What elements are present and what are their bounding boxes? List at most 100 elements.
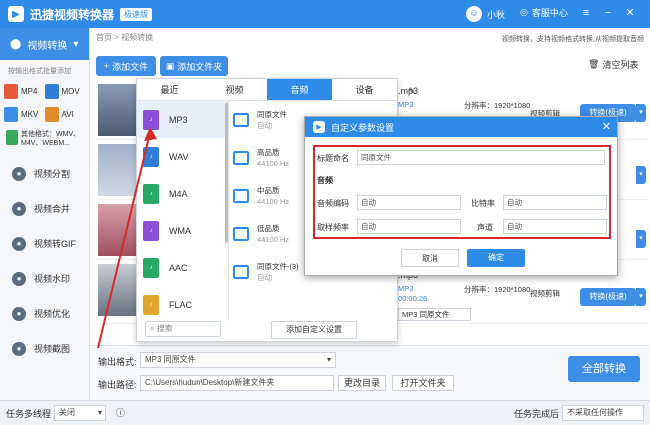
format-file-icon xyxy=(4,84,18,99)
plus-icon: + xyxy=(103,61,110,71)
minimize-icon[interactable]: − xyxy=(600,4,616,22)
headset-icon: ◎ xyxy=(520,7,528,17)
format-item-m4a[interactable]: ♪ M4A xyxy=(137,175,228,212)
chevron-down-icon[interactable]: ▾ xyxy=(636,166,646,184)
open-folder-button[interactable]: 打开文件夹 xyxy=(392,375,454,391)
chevron-down-icon[interactable]: ▾ xyxy=(636,288,646,306)
close-icon[interactable]: ✕ xyxy=(602,120,611,133)
dialog-title: 自定义参数设置 xyxy=(331,122,395,133)
other-formats-label: 其他格式：WMV、M4V、WEBM... xyxy=(21,131,81,147)
channel-select[interactable]: 自动 xyxy=(503,219,607,234)
row-format-select[interactable]: MP3 同原文件 xyxy=(398,308,471,321)
format-label: MP4 xyxy=(21,87,38,96)
search-icon: ⌕ xyxy=(150,324,155,333)
quality-sub: 44100 Hz xyxy=(257,197,290,206)
tab-0[interactable]: 最近 xyxy=(137,79,202,100)
quality-sub: 自动 xyxy=(257,121,272,130)
convert-all-button[interactable]: 全部转换 xyxy=(568,356,640,382)
sidebar-item-1[interactable]: ● 视频合并 xyxy=(0,191,89,226)
convert-button[interactable]: 转换(极速) xyxy=(580,288,636,306)
format-file-icon xyxy=(44,84,59,99)
name-label: 标题命名 xyxy=(317,154,349,163)
samplerate-select[interactable]: 自动 xyxy=(357,219,461,234)
format-item-aac[interactable]: ♪ AAC xyxy=(137,249,228,286)
output-format-label: 输出格式: xyxy=(98,357,137,367)
sidebar-format-mp4[interactable]: MP4 xyxy=(4,84,45,99)
sidebar-item-label: 视频优化 xyxy=(34,309,71,319)
search-placeholder: 搜索 xyxy=(156,324,173,333)
format-item-label: MP3 xyxy=(169,114,188,125)
video-edit-link[interactable]: 视频剪辑 xyxy=(530,288,560,299)
file-resolution: 分辨率：1920*1080 xyxy=(464,285,531,294)
sidebar-item-5[interactable]: ● 视频截图 xyxy=(0,331,89,366)
sidebar-other-formats[interactable]: 其他格式：WMV、M4V、WEBM... xyxy=(0,122,89,156)
tab-3[interactable]: 设备 xyxy=(332,79,397,100)
title-name-input[interactable]: 同原文件 xyxy=(357,150,605,165)
codec-label: 音频编码 xyxy=(317,199,349,208)
breadcrumb: 首页 > 视频转换 xyxy=(96,33,154,42)
video-thumbnail xyxy=(98,84,136,136)
cancel-button[interactable]: 取消 xyxy=(401,249,459,267)
format-label: MKV xyxy=(21,110,39,119)
multi-thread-select[interactable]: 关闭 ▾ xyxy=(54,405,106,421)
dialog-header: ▶ 自定义参数设置 ✕ xyxy=(305,117,617,137)
close-icon[interactable]: ✕ xyxy=(622,4,638,22)
tab-2[interactable]: 音频 xyxy=(267,79,332,100)
codec-value: 自动 xyxy=(361,198,376,207)
edit-name-icon[interactable]: ✎ xyxy=(408,86,416,97)
format-file-icon xyxy=(4,107,18,122)
sidebar-item-4[interactable]: ● 视频优化 xyxy=(0,296,89,331)
audio-file-icon: ♪ xyxy=(143,257,159,278)
clear-label: 清空列表 xyxy=(602,60,639,70)
popup-scrollbar[interactable] xyxy=(225,103,228,243)
info-icon[interactable]: ⓘ xyxy=(116,406,125,419)
bitrate-select[interactable]: 自动 xyxy=(503,195,607,210)
audio-quality-icon xyxy=(233,227,249,241)
output-path-label: 输出路径: xyxy=(98,380,137,390)
after-task-select[interactable]: 不采取任何操作 xyxy=(562,405,644,421)
tab-1[interactable]: 视频 xyxy=(202,79,267,100)
sidebar-format-mov[interactable]: MOV xyxy=(44,84,86,99)
screenshot-icon: ● xyxy=(12,341,26,356)
format-item-label: WMA xyxy=(169,225,191,236)
sidebar-item-video-convert[interactable]: ⬤ 视频转换 ▾ xyxy=(0,28,89,60)
add-custom-setting-button[interactable]: 添加自定义设置 xyxy=(271,321,357,339)
sidebar-item-label: 视频分割 xyxy=(34,169,71,179)
format-search-input[interactable]: ⌕ 搜索 xyxy=(145,321,221,337)
add-folder-label: 添加文件夹 xyxy=(177,61,223,72)
audio-quality-icon xyxy=(233,151,249,165)
format-item-flac[interactable]: ♪ FLAC xyxy=(137,286,228,323)
output-format-select[interactable]: MP3 同原文件 ▾ xyxy=(140,352,336,368)
watermark-icon: ● xyxy=(12,271,26,286)
app-logo-icon: ▶ xyxy=(8,6,24,22)
format-item-wav[interactable]: ♪ WAV xyxy=(137,138,228,175)
sidebar-format-mkv[interactable]: MKV xyxy=(4,107,45,122)
chevron-down-icon[interactable]: ▾ xyxy=(636,104,646,122)
change-dir-button[interactable]: 更改目录 xyxy=(338,375,386,391)
menu-icon[interactable]: ≡ xyxy=(578,4,594,22)
sidebar-item-0[interactable]: ● 视频分割 xyxy=(0,156,89,191)
output-format-value: MP3 同原文件 xyxy=(145,355,196,364)
sidebar-format-avi[interactable]: AVI xyxy=(44,107,86,122)
sidebar-item-2[interactable]: ● 视频转GIF xyxy=(0,226,89,261)
add-folder-button[interactable]: ▣ 添加文件夹 xyxy=(160,56,228,76)
custom-params-dialog: ▶ 自定义参数设置 ✕ 标题命名 同原文件 音频 音频编码 自动 比特率 自动 … xyxy=(304,116,618,276)
clear-list-button[interactable]: 🗑 清空列表 xyxy=(588,58,638,71)
format-item-mp3[interactable]: ♪ MP3 xyxy=(137,101,228,138)
user-menu[interactable]: ☺ 小秋 xyxy=(466,6,505,22)
output-settings-bar: 输出格式: MP3 同原文件 ▾ 输出路径: C:\Users\hudun\De… xyxy=(90,345,650,400)
service-center[interactable]: ◎ 客服中心 xyxy=(520,6,568,19)
sidebar-item-3[interactable]: ● 视频水印 xyxy=(0,261,89,296)
codec-select[interactable]: 自动 xyxy=(357,195,461,210)
optimize-icon: ● xyxy=(12,306,26,321)
confirm-button[interactable]: 确定 xyxy=(467,249,525,267)
format-item-wma[interactable]: ♪ WMA xyxy=(137,212,228,249)
app-title: 迅捷视频转换器 xyxy=(30,7,115,22)
chevron-down-icon[interactable]: ▾ xyxy=(636,230,646,248)
quality-title: 高品质 xyxy=(257,148,280,157)
sidebar-item-label: 视频合并 xyxy=(34,204,71,214)
output-path-field[interactable]: C:\Users\hudun\Desktop\新建文件夹 xyxy=(140,375,334,391)
quality-title: 中品质 xyxy=(257,186,280,195)
audio-file-icon: ♪ xyxy=(143,294,159,315)
add-file-button[interactable]: + 添加文件 xyxy=(96,56,156,76)
